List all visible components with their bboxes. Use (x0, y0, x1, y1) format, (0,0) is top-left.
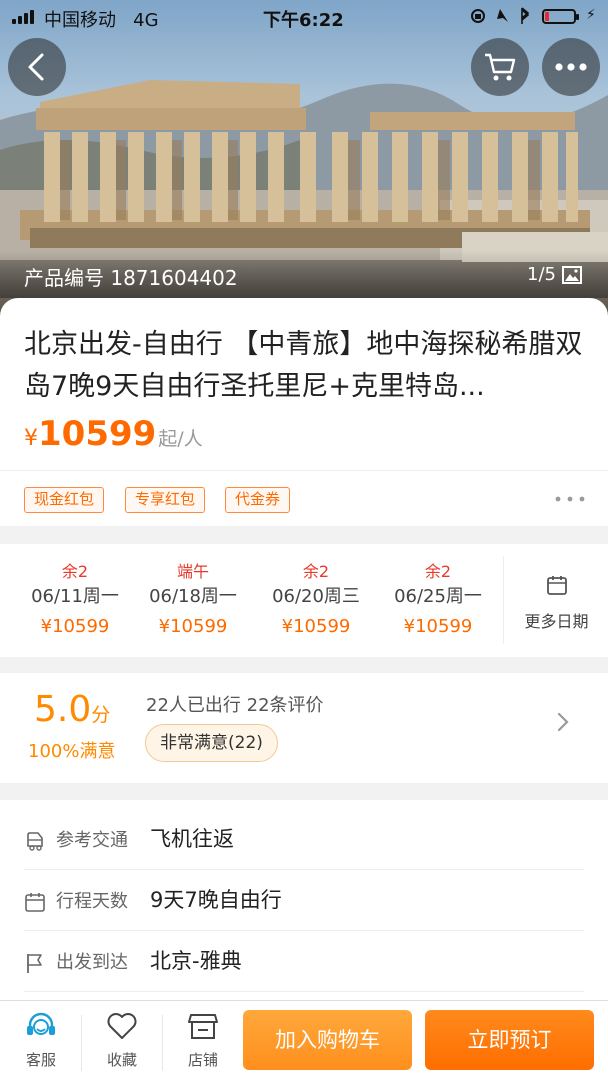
headset-icon (27, 1012, 55, 1035)
coupon-cash[interactable]: 现金红包 (24, 487, 105, 513)
cart-button[interactable] (471, 38, 529, 96)
charging-icon: ⚡ (586, 7, 596, 23)
info-row-route: 出发到达 北京-雅典 (24, 930, 584, 992)
review-stats: 22人已出行 22条评价 (146, 695, 324, 716)
more-dates-button[interactable]: 更多日期 (503, 556, 608, 644)
more-button[interactable] (542, 38, 600, 96)
coupon-exclusive[interactable]: 专享红包 (125, 487, 206, 513)
satisfaction-rate: 100%满意 (28, 741, 116, 762)
calendar-icon (546, 576, 567, 595)
cart-icon (485, 53, 516, 81)
date-option[interactable]: 余2 06/11周一 ¥10599 (20, 558, 130, 637)
chevron-right-icon (557, 712, 569, 732)
product-summary: 北京出发-自由行 【中青旅】地中海探秘希腊双岛7晚9天自由行圣托里尼+克里特岛.… (0, 298, 608, 526)
info-row-transport: 参考交通 飞机往返 (24, 808, 584, 870)
rating-section[interactable]: 5.0分 100%满意 22人已出行 22条评价 非常满意(22) (0, 673, 608, 783)
product-title: 北京出发-自由行 【中青旅】地中海探秘希腊双岛7晚9天自由行圣托里尼+克里特岛.… (24, 329, 583, 402)
clock: 下午6:22 (263, 10, 344, 31)
status-bar: 中国移动 4G 下午6:22 ⚡ (0, 0, 608, 34)
info-row-duration: 行程天数 9天7晚自由行 (24, 869, 584, 931)
price-unit: 起/人 (158, 428, 203, 450)
price: ¥10599 起/人 (24, 414, 203, 454)
date-option[interactable]: 端午 06/18周一 ¥10599 (138, 558, 248, 637)
heart-icon (107, 1013, 137, 1039)
store-tab[interactable]: 店铺 (163, 1011, 243, 1077)
battery-icon (542, 9, 579, 24)
signal-icon (12, 10, 34, 24)
location-bluetooth-icon (471, 7, 530, 24)
date-option[interactable]: 余2 06/20周三 ¥10599 (261, 558, 371, 637)
add-to-cart-button[interactable]: 加入购物车 (243, 1010, 412, 1070)
coupon-row[interactable]: 现金红包 专享红包 代金券 (0, 470, 608, 527)
rating-score: 5.0分 (34, 689, 111, 730)
date-picker: 余2 06/11周一 ¥10599 端午 06/18周一 ¥10599 余2 0… (0, 544, 608, 657)
image-icon (562, 265, 582, 284)
book-now-button[interactable]: 立即预订 (425, 1010, 594, 1070)
chevron-left-icon (28, 53, 44, 81)
coupon-voucher[interactable]: 代金券 (225, 487, 291, 513)
calendar-icon (25, 893, 45, 912)
hero-image[interactable]: 中国移动 4G 下午6:22 ⚡ 产品编号 1871604402 1/5 (0, 0, 608, 318)
bottom-action-bar: 客服 收藏 店铺 加入购物车 立即预订 (0, 1000, 608, 1081)
favorite-tab[interactable]: 收藏 (82, 1011, 162, 1077)
trip-info: 参考交通 飞机往返 行程天数 9天7晚自由行 出发到达 北京-雅典 (0, 800, 608, 1000)
price-amount: 10599 (38, 414, 157, 454)
flag-icon (27, 954, 42, 973)
image-counter: 1/5 (527, 264, 582, 285)
status-icons (470, 6, 542, 30)
product-code: 产品编号 1871604402 (24, 266, 238, 290)
transport-icon (27, 832, 43, 851)
carrier-label: 中国移动 4G (44, 10, 159, 31)
store-icon (188, 1014, 218, 1039)
back-button[interactable] (8, 38, 66, 96)
more-dots-icon (555, 63, 587, 71)
coupon-more-icon[interactable] (554, 495, 586, 503)
review-badge[interactable]: 非常满意(22) (145, 724, 278, 762)
customer-service-tab[interactable]: 客服 (1, 1011, 81, 1077)
date-option[interactable]: 余2 06/25周一 ¥10599 (385, 558, 491, 637)
